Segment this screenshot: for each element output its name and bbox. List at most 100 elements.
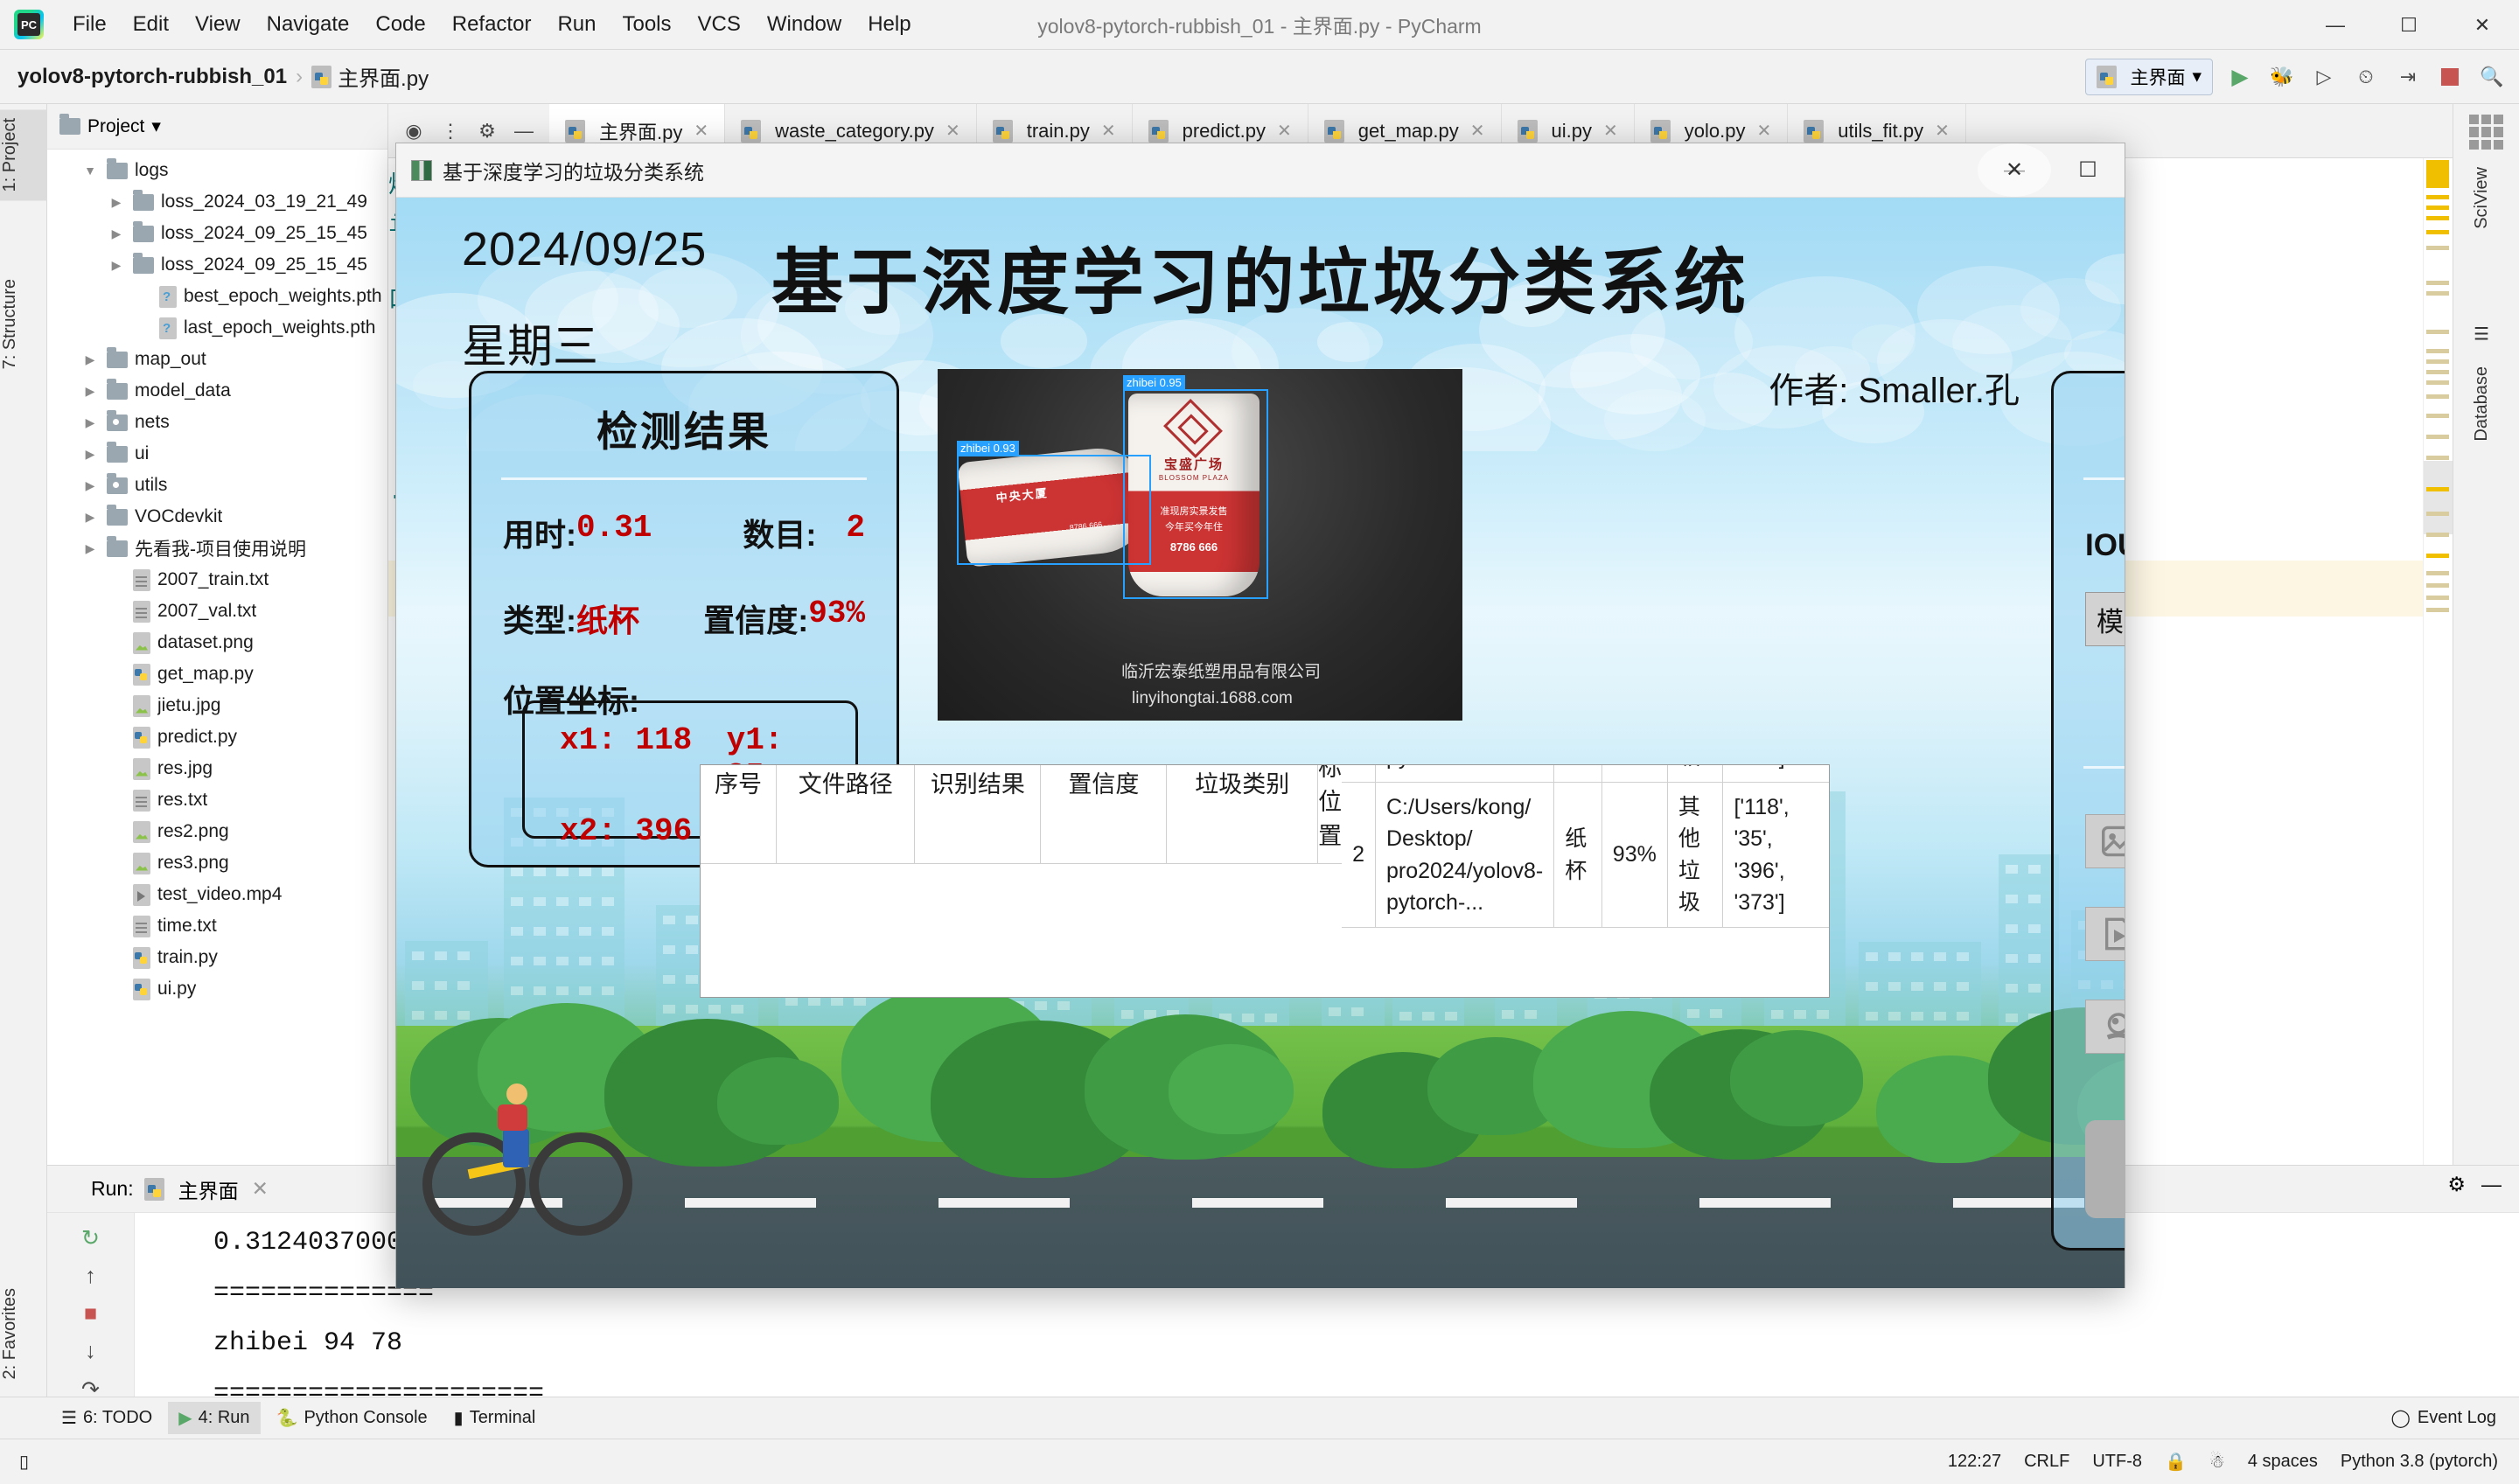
- tool-window-terminal[interactable]: ▮ Terminal: [443, 1402, 547, 1434]
- project-panel-header[interactable]: Project ▾: [47, 104, 387, 150]
- menu-view[interactable]: View: [182, 9, 254, 40]
- menu-help[interactable]: Help: [855, 9, 924, 40]
- app-maximize-button[interactable]: ☐: [2051, 143, 2125, 197]
- stop-icon[interactable]: ■: [71, 1301, 111, 1327]
- sidebar-item-favorites[interactable]: 2: Favorites: [0, 1279, 47, 1388]
- project-file-tree[interactable]: logs loss_2024_03_19_21_49 loss_2024_09_25…: [47, 150, 387, 1005]
- menu-code[interactable]: Code: [362, 9, 438, 40]
- event-log-button[interactable]: ◯ Event Log: [2391, 1407, 2496, 1429]
- sidebar-item-sciview[interactable]: SciView: [2472, 158, 2519, 238]
- menu-tools[interactable]: Tools: [609, 9, 684, 40]
- scroll-up-icon[interactable]: ↑: [71, 1264, 111, 1289]
- close-icon[interactable]: ✕: [1935, 120, 1950, 142]
- tool-window-run[interactable]: ▶ 4: Run: [168, 1402, 260, 1434]
- menu-edit[interactable]: Edit: [120, 9, 182, 40]
- minimize-panel-icon[interactable]: —: [2481, 1173, 2502, 1196]
- run-button[interactable]: ▶: [2225, 62, 2255, 92]
- hierarchy-icon[interactable]: ☃: [2209, 1451, 2225, 1473]
- camera-icon[interactable]: [2085, 1000, 2125, 1054]
- quit-system-button[interactable]: 退 出 系 统: [2085, 1120, 2125, 1218]
- chevron-down-icon[interactable]: [80, 164, 100, 178]
- chevron-right-icon[interactable]: [80, 478, 100, 493]
- profile-icon[interactable]: ⏲: [2351, 62, 2381, 92]
- tree-item[interactable]: res.jpg: [47, 753, 387, 784]
- tree-item[interactable]: utils: [47, 470, 387, 501]
- run-with-coverage-icon[interactable]: ▷: [2309, 62, 2339, 92]
- tree-item[interactable]: 先看我-项目使用说明: [47, 533, 387, 564]
- chevron-right-icon[interactable]: [80, 415, 100, 430]
- minimize-button[interactable]: —: [2299, 0, 2372, 50]
- scroll-down-icon[interactable]: ↓: [71, 1339, 111, 1364]
- menu-file[interactable]: File: [59, 9, 120, 40]
- close-icon[interactable]: ✕: [694, 120, 708, 142]
- tree-item[interactable]: best_epoch_weights.pth: [47, 281, 387, 312]
- menu-run[interactable]: Run: [544, 9, 609, 40]
- settings-gear-icon[interactable]: ⚙: [2447, 1173, 2466, 1196]
- close-icon[interactable]: ✕: [945, 120, 960, 142]
- stop-button[interactable]: [2435, 62, 2465, 92]
- menu-vcs[interactable]: VCS: [685, 9, 754, 40]
- close-icon[interactable]: ✕: [1756, 120, 1771, 142]
- run-configuration-selector[interactable]: 主界面 ▾: [2085, 59, 2213, 95]
- lock-icon[interactable]: 🔒: [2165, 1451, 2187, 1473]
- results-table-container[interactable]: 序号 文件路径 识别结果 置信度 垃圾类别 坐标位置 1C:/Users/kon…: [700, 764, 1830, 998]
- tree-item[interactable]: ui: [47, 438, 387, 470]
- video-file-icon[interactable]: [2085, 907, 2125, 961]
- debug-icon[interactable]: 🐝: [2267, 62, 2297, 92]
- tree-item[interactable]: get_map.py: [47, 658, 387, 690]
- tree-item[interactable]: VOCdevkit: [47, 501, 387, 533]
- tree-item[interactable]: loss_2024_09_25_15_45: [47, 218, 387, 249]
- tree-item[interactable]: dataset.png: [47, 627, 387, 658]
- tree-item[interactable]: train.py: [47, 942, 387, 973]
- chevron-right-icon[interactable]: [107, 195, 126, 210]
- sidebar-item-database[interactable]: Database: [2472, 358, 2519, 450]
- tree-item[interactable]: test_video.mp4: [47, 879, 387, 910]
- chevron-right-icon[interactable]: [107, 258, 126, 273]
- chevron-right-icon[interactable]: [80, 384, 100, 399]
- table-row[interactable]: 1C:/Users/kong/ Desktop/ pro2024/yolov8-…: [1342, 764, 1829, 783]
- tree-item[interactable]: model_data: [47, 375, 387, 407]
- caret-position[interactable]: 122:27: [1948, 1452, 2001, 1472]
- line-separator[interactable]: CRLF: [2024, 1452, 2069, 1472]
- chevron-right-icon[interactable]: [107, 226, 126, 241]
- close-icon[interactable]: ✕: [1101, 120, 1116, 142]
- tree-item[interactable]: 2007_val.txt: [47, 596, 387, 627]
- indent-setting[interactable]: 4 spaces: [2248, 1452, 2318, 1472]
- tree-item[interactable]: jietu.jpg: [47, 690, 387, 721]
- close-icon[interactable]: ✕: [252, 1177, 269, 1201]
- sidebar-item-project[interactable]: 1: Project: [0, 109, 47, 200]
- tool-window-python-console[interactable]: 🐍 Python Console: [266, 1402, 438, 1434]
- tree-item[interactable]: last_epoch_weights.pth: [47, 312, 387, 344]
- editor-error-stripe[interactable]: [2423, 158, 2453, 1165]
- tool-window-todo[interactable]: ☰ 6: TODO: [51, 1402, 163, 1434]
- tree-item[interactable]: res2.png: [47, 816, 387, 847]
- sidebar-item-structure[interactable]: 7: Structure: [0, 270, 47, 378]
- rerun-icon[interactable]: ↻: [71, 1225, 111, 1251]
- chevron-right-icon[interactable]: [80, 541, 100, 556]
- chevron-right-icon[interactable]: [80, 510, 100, 525]
- tree-item[interactable]: loss_2024_09_25_15_45: [47, 249, 387, 281]
- search-icon[interactable]: 🔍: [2477, 62, 2507, 92]
- breadcrumb-project[interactable]: yolov8-pytorch-rubbish_01: [17, 65, 287, 89]
- model-file-button[interactable]: 模型文件: [2085, 592, 2125, 646]
- menu-navigate[interactable]: Navigate: [254, 9, 363, 40]
- tree-item[interactable]: time.txt: [47, 910, 387, 942]
- close-icon[interactable]: ✕: [1603, 120, 1618, 142]
- image-file-icon[interactable]: [2085, 814, 2125, 868]
- close-button[interactable]: ✕: [2446, 0, 2519, 50]
- tree-item[interactable]: res.txt: [47, 784, 387, 816]
- tree-item[interactable]: logs: [47, 155, 387, 186]
- attach-icon[interactable]: ⇥: [2393, 62, 2423, 92]
- chevron-right-icon[interactable]: [80, 352, 100, 367]
- menu-refactor[interactable]: Refactor: [439, 9, 545, 40]
- tree-item[interactable]: 2007_train.txt: [47, 564, 387, 596]
- menu-window[interactable]: Window: [754, 9, 855, 40]
- python-interpreter[interactable]: Python 3.8 (pytorch): [2341, 1452, 2498, 1472]
- tree-item[interactable]: res3.png: [47, 847, 387, 879]
- tree-item[interactable]: predict.py: [47, 721, 387, 753]
- file-encoding[interactable]: UTF-8: [2092, 1452, 2142, 1472]
- run-tab[interactable]: 主界面 ✕: [144, 1174, 269, 1204]
- app-close-button[interactable]: ✕: [1978, 143, 2051, 197]
- tree-item[interactable]: map_out: [47, 344, 387, 375]
- tree-item[interactable]: nets: [47, 407, 387, 438]
